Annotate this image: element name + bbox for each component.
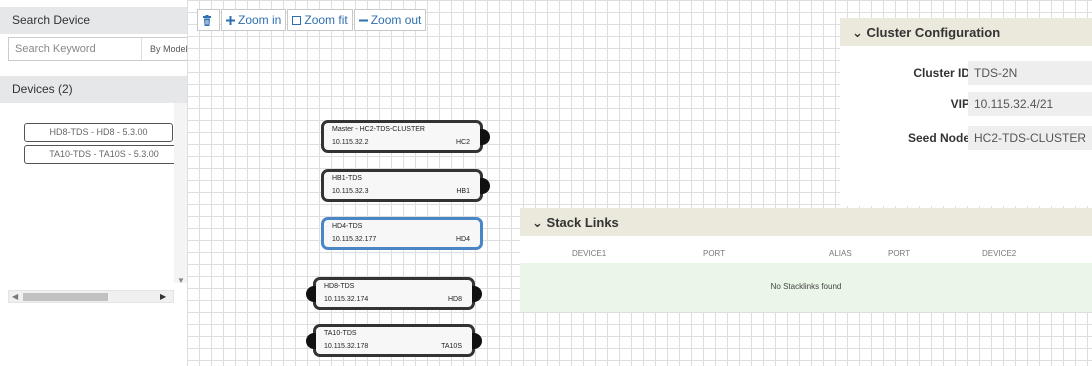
zoom-in-button[interactable]: Zoom in bbox=[221, 9, 287, 31]
cluster-id-label: Cluster ID bbox=[913, 66, 970, 80]
node-hb1[interactable]: HB1-TDS 10.115.32.3 HB1 bbox=[321, 169, 490, 202]
device-list-vscrollbar[interactable] bbox=[174, 103, 187, 283]
zoom-fit-label: Zoom fit bbox=[304, 13, 348, 27]
cluster-configuration-panel: ⌄ Cluster Configuration Cluster ID TDS-2… bbox=[840, 18, 1092, 206]
stack-links-panel: ⌄ Stack Links DEVICE1 PORT ALIAS PORT DE… bbox=[520, 208, 1092, 312]
scroll-down-icon[interactable]: ▼ bbox=[177, 276, 185, 285]
node-name: Master - HC2-TDS-CLUSTER bbox=[332, 126, 425, 133]
delete-button[interactable] bbox=[197, 9, 220, 31]
chevron-down-icon: ⌄ bbox=[852, 25, 863, 40]
hscroll-thumb[interactable] bbox=[23, 293, 108, 301]
vip-field[interactable]: 10.115.32.4/21 bbox=[968, 92, 1092, 116]
port-connector[interactable] bbox=[306, 286, 316, 302]
zoom-out-button[interactable]: Zoom out bbox=[353, 9, 427, 31]
cluster-configuration-header[interactable]: ⌄ Cluster Configuration bbox=[840, 18, 1092, 46]
seed-node-label: Seed Node bbox=[907, 131, 970, 145]
search-by-dropdown[interactable]: By Model bbox=[141, 38, 189, 60]
left-panel: Search Device By Model Devices (2) HD8-T… bbox=[0, 0, 188, 366]
node-model: HC2 bbox=[455, 139, 470, 146]
node-ip: 10.115.32.2 bbox=[332, 139, 369, 146]
chevron-down-icon: ⌄ bbox=[532, 215, 543, 230]
node-ip: 10.115.32.174 bbox=[324, 296, 369, 303]
scroll-left-icon[interactable]: ◀ bbox=[12, 291, 18, 302]
node-model: HD4 bbox=[455, 236, 470, 243]
scroll-right-icon[interactable]: ▶ bbox=[160, 291, 166, 302]
devices-header: Devices (2) bbox=[0, 76, 187, 103]
zoom-fit-button[interactable]: Zoom fit bbox=[287, 9, 353, 31]
device-item-ta10[interactable]: TA10-TDS - TA10S - 5.3.00 bbox=[24, 145, 174, 164]
node-hd4[interactable]: HD4-TDS 10.115.32.177 HD4 bbox=[321, 217, 483, 250]
node-model: HB1 bbox=[456, 188, 470, 195]
node-ip: 10.115.32.3 bbox=[332, 188, 369, 195]
node-model: TA10S bbox=[441, 343, 462, 350]
column-header-port-2[interactable]: PORT bbox=[888, 249, 910, 258]
search-input[interactable] bbox=[9, 38, 139, 60]
seed-node-field[interactable]: HC2-TDS-CLUSTER bbox=[968, 126, 1092, 150]
cluster-configuration-title: Cluster Configuration bbox=[866, 25, 1001, 40]
zoom-out-label: Zoom out bbox=[370, 13, 422, 27]
port-connector[interactable] bbox=[306, 333, 316, 349]
node-name: HD4-TDS bbox=[332, 223, 363, 230]
stack-links-title: Stack Links bbox=[546, 215, 619, 230]
cluster-id-field[interactable]: TDS-2N bbox=[968, 61, 1092, 85]
column-header-port[interactable]: PORT bbox=[703, 249, 725, 258]
column-header-device2[interactable]: DEVICE2 bbox=[982, 249, 1016, 258]
plus-icon bbox=[226, 15, 235, 25]
square-icon bbox=[292, 15, 302, 25]
stack-links-empty-message: No Stacklinks found bbox=[520, 263, 1092, 312]
node-name: HD8-TDS bbox=[324, 283, 355, 290]
column-header-device1[interactable]: DEVICE1 bbox=[572, 249, 606, 258]
search-box: By Model bbox=[8, 37, 188, 61]
node-name: HB1-TDS bbox=[332, 175, 362, 182]
device-list: HD8-TDS - HD8 - 5.3.00 TA10-TDS - TA10S … bbox=[0, 103, 174, 283]
node-name: TA10-TDS bbox=[324, 330, 357, 337]
column-header-alias[interactable]: ALIAS bbox=[829, 249, 852, 258]
node-model: HD8 bbox=[447, 296, 462, 303]
node-ta10[interactable]: TA10-TDS 10.115.32.178 TA10S bbox=[306, 324, 482, 357]
search-device-header: Search Device bbox=[0, 7, 187, 34]
device-item-hd8[interactable]: HD8-TDS - HD8 - 5.3.00 bbox=[24, 123, 173, 142]
node-hc2[interactable]: Master - HC2-TDS-CLUSTER 10.115.32.2 HC2 bbox=[321, 120, 490, 153]
node-hd8[interactable]: HD8-TDS 10.115.32.174 HD8 bbox=[306, 277, 482, 310]
trash-icon bbox=[203, 14, 211, 26]
device-list-hscrollbar[interactable]: ◀ ▶ bbox=[8, 290, 174, 303]
zoom-in-label: Zoom in bbox=[238, 13, 282, 27]
node-ip: 10.115.32.178 bbox=[324, 343, 369, 350]
minus-icon bbox=[358, 19, 368, 21]
vip-label: VIP bbox=[950, 97, 970, 111]
canvas-toolbar: Zoom in Zoom fit Zoom out bbox=[197, 9, 427, 31]
node-ip: 10.115.32.177 bbox=[332, 236, 377, 243]
stack-links-header[interactable]: ⌄ Stack Links bbox=[520, 208, 1092, 236]
